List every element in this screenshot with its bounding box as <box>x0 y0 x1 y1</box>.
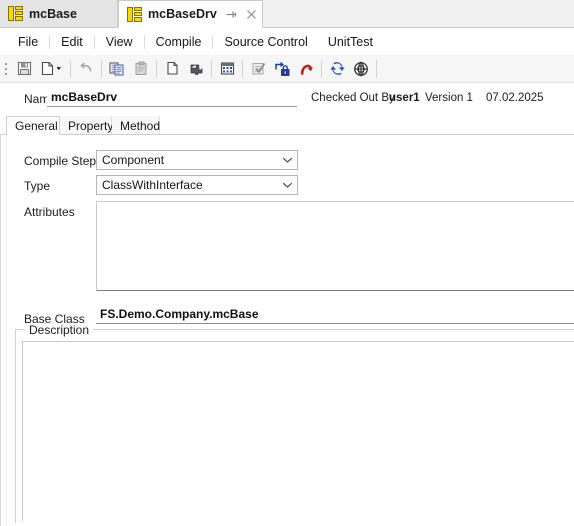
plugin-button[interactable] <box>184 57 208 81</box>
toolbar <box>0 55 574 83</box>
toolbar-separator <box>242 59 243 78</box>
document-tab-mcbasedrv[interactable]: mcBaseDrv <box>118 0 263 28</box>
check-button[interactable] <box>246 57 270 81</box>
compile-step-select[interactable]: Component <box>96 150 298 170</box>
tab-general[interactable]: General <box>6 116 60 135</box>
version-label: Version 1 <box>425 92 473 104</box>
tab-label: Method <box>120 118 161 133</box>
name-row: Name Checked Out By user1 Version 1 07.0… <box>0 84 574 113</box>
menu-compile[interactable]: Compile <box>146 31 212 53</box>
close-icon[interactable] <box>244 7 259 22</box>
menu-separator <box>143 35 145 49</box>
toolbar-separator <box>321 59 322 78</box>
base-class-value: FS.Demo.Company.mcBase <box>100 307 259 321</box>
menu-separator <box>49 35 51 49</box>
general-panel: Compile Step Component Type ClassWithInt… <box>0 135 574 526</box>
attributes-textarea[interactable] <box>96 201 574 291</box>
compile-step-value: Component <box>102 153 165 167</box>
tab-label: Property <box>68 118 114 133</box>
description-textarea[interactable] <box>22 341 574 521</box>
pin-icon[interactable] <box>223 7 238 22</box>
application-window: mcBase mcBaseDrv File Edit View Compile … <box>0 0 574 526</box>
document-tab-mcbase[interactable]: mcBase <box>0 0 118 28</box>
new-button[interactable] <box>36 57 67 81</box>
compile-step-label: Compile Step <box>24 154 97 168</box>
paste-button[interactable] <box>129 57 153 81</box>
base-class-input[interactable]: FS.Demo.Company.mcBase <box>96 305 574 324</box>
type-label: Type <box>24 179 51 193</box>
checked-out-by-user: user1 <box>389 92 420 104</box>
menu-separator <box>212 35 214 49</box>
refresh-button[interactable] <box>325 57 349 81</box>
description-groupbox: Description <box>15 323 574 523</box>
undo-button[interactable] <box>74 57 98 81</box>
save-button[interactable] <box>12 57 36 81</box>
toolbar-separator <box>211 59 212 78</box>
checkout-date: 07.02.2025 <box>486 92 544 104</box>
chevron-down-icon <box>277 156 297 164</box>
toolbar-separator <box>101 59 102 78</box>
undo-checkout-button[interactable] <box>294 57 318 81</box>
check-in-button[interactable] <box>270 57 294 81</box>
class-block-icon <box>127 6 142 22</box>
document-tab-label: mcBase <box>29 6 77 21</box>
description-label: Description <box>25 323 94 337</box>
checked-out-by-label: Checked Out By <box>311 92 395 104</box>
toolbar-separator <box>376 59 377 78</box>
document-tab-label: mcBaseDrv <box>148 7 217 21</box>
copy-button[interactable] <box>105 57 129 81</box>
tab-method[interactable]: Method <box>112 116 160 135</box>
menu-source-control[interactable]: Source Control <box>214 31 317 53</box>
menu-separator <box>93 35 95 49</box>
toolbar-grip[interactable] <box>2 59 10 79</box>
class-block-icon <box>8 6 23 21</box>
document-tabstrip: mcBase mcBaseDrv <box>0 0 574 28</box>
tab-label: General <box>15 119 58 133</box>
menu-file[interactable]: File <box>8 31 48 53</box>
menu-unittest[interactable]: UnitTest <box>318 31 383 53</box>
menu-view[interactable]: View <box>96 31 143 53</box>
menu-edit[interactable]: Edit <box>51 31 93 53</box>
tab-property[interactable]: Property <box>60 116 114 135</box>
type-select[interactable]: ClassWithInterface <box>96 175 298 195</box>
grid-button[interactable] <box>215 57 239 81</box>
chevron-down-icon <box>56 67 61 71</box>
name-input[interactable] <box>47 88 297 107</box>
attributes-label: Attributes <box>24 205 75 219</box>
type-value: ClassWithInterface <box>102 178 203 192</box>
toolbar-separator <box>70 59 71 78</box>
menubar: File Edit View Compile Source Control Un… <box>0 29 574 55</box>
chevron-down-icon <box>277 181 297 189</box>
target-button[interactable] <box>349 57 373 81</box>
toolbar-separator <box>156 59 157 78</box>
duplicate-button[interactable] <box>160 57 184 81</box>
inner-tabstrip: General Property Method <box>0 116 574 135</box>
